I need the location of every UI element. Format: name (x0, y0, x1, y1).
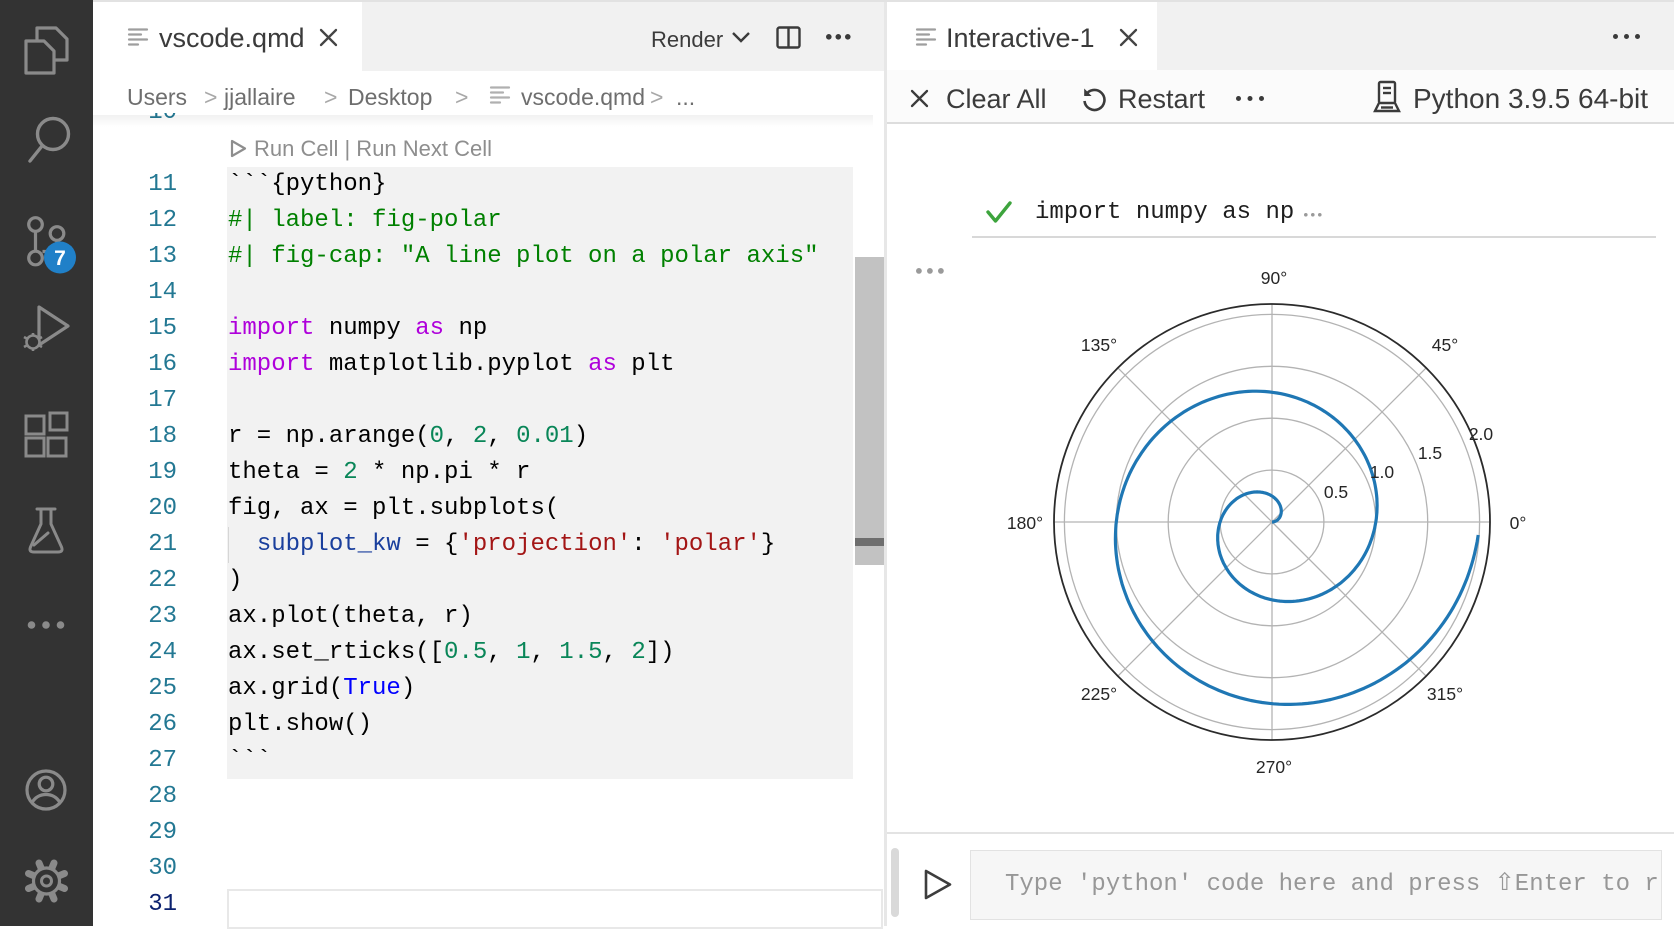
svg-text:315°: 315° (1427, 684, 1463, 704)
svg-text:270°: 270° (1256, 757, 1292, 777)
svg-text:45°: 45° (1432, 335, 1458, 355)
svg-text:90°: 90° (1261, 268, 1287, 288)
svg-text:7: 7 (54, 247, 66, 270)
svg-text:1.5: 1.5 (1418, 443, 1442, 463)
svg-text:0°: 0° (1510, 513, 1527, 533)
svg-text:225°: 225° (1081, 684, 1117, 704)
svg-text:1.0: 1.0 (1370, 462, 1395, 482)
svg-text:2.0: 2.0 (1469, 424, 1494, 444)
svg-text:180°: 180° (1007, 513, 1043, 533)
svg-text:135°: 135° (1081, 335, 1117, 355)
svg-text:0.5: 0.5 (1324, 482, 1348, 502)
